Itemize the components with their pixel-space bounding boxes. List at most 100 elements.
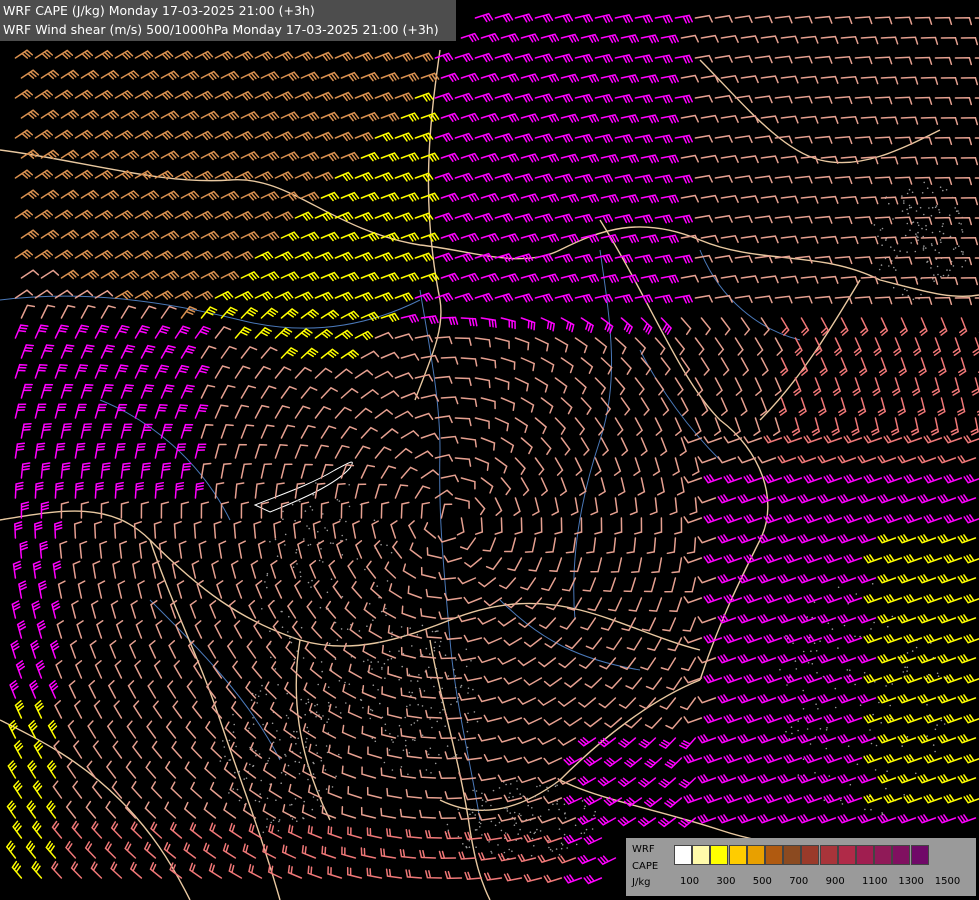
terrain-dot xyxy=(937,675,940,677)
legend-tick: 100 xyxy=(680,876,700,887)
terrain-dot xyxy=(826,727,828,729)
terrain-dot xyxy=(341,554,344,556)
terrain-dot xyxy=(261,608,263,610)
terrain-dot xyxy=(881,812,883,814)
terrain-dot xyxy=(888,265,890,267)
terrain-dot xyxy=(380,543,382,546)
terrain-dot xyxy=(295,551,297,554)
terrain-dot xyxy=(531,807,533,809)
terrain-dot xyxy=(441,701,443,704)
terrain-dot xyxy=(398,724,401,727)
terrain-dot xyxy=(284,773,287,776)
terrain-dot xyxy=(815,650,818,652)
terrain-dot xyxy=(873,224,876,226)
terrain-dot xyxy=(923,181,925,184)
terrain-dot xyxy=(284,544,286,546)
terrain-dot xyxy=(916,221,919,224)
terrain-dot xyxy=(286,692,289,695)
terrain-dot xyxy=(414,739,416,742)
terrain-dot xyxy=(878,701,880,704)
terrain-dot xyxy=(370,661,373,663)
terrain-dot xyxy=(276,730,278,732)
terrain-dot xyxy=(490,820,493,823)
terrain-dot xyxy=(295,743,297,745)
terrain-dot xyxy=(930,214,933,217)
terrain-dot xyxy=(427,753,430,756)
terrain-dot xyxy=(410,680,412,682)
terrain-dot xyxy=(490,804,492,807)
terrain-dot xyxy=(919,206,922,209)
terrain-dot xyxy=(506,810,509,812)
terrain-dot xyxy=(280,782,283,784)
terrain-dot xyxy=(563,803,566,806)
terrain-dot xyxy=(381,668,383,670)
terrain-dot xyxy=(564,817,567,819)
terrain-dot xyxy=(910,206,913,209)
terrain-dot xyxy=(236,788,239,791)
terrain-dot xyxy=(275,799,277,801)
terrain-dot xyxy=(243,778,245,780)
terrain-dot xyxy=(306,737,308,740)
terrain-dot xyxy=(413,722,416,724)
terrain-dot xyxy=(925,224,927,227)
terrain-dot xyxy=(316,789,318,792)
terrain-dot xyxy=(302,817,305,820)
legend-tick: 1500 xyxy=(934,876,961,887)
terrain-dot xyxy=(332,542,334,545)
terrain-dot xyxy=(859,635,861,638)
legend-swatch xyxy=(910,845,929,865)
terrain-dot xyxy=(438,645,441,647)
terrain-dot xyxy=(257,695,260,698)
terrain-dot xyxy=(295,549,298,551)
terrain-dot xyxy=(408,752,411,754)
terrain-dot xyxy=(917,236,919,239)
terrain-dot xyxy=(478,821,481,824)
terrain-dot xyxy=(416,680,419,682)
terrain-dot xyxy=(338,753,340,756)
terrain-dot xyxy=(454,675,457,677)
terrain-dot xyxy=(922,247,925,249)
terrain-dot xyxy=(881,227,884,230)
terrain-dot xyxy=(384,677,386,679)
legend-label-field: CAPE xyxy=(632,861,659,872)
terrain-dot xyxy=(307,698,310,701)
terrain-dot xyxy=(802,650,805,653)
terrain-dot xyxy=(425,647,428,650)
terrain-dot xyxy=(921,192,924,194)
terrain-dot xyxy=(435,667,438,670)
terrain-dot xyxy=(302,657,305,659)
terrain-dot xyxy=(310,586,312,588)
terrain-dot xyxy=(327,701,330,704)
terrain-dot xyxy=(517,833,519,835)
terrain-dot xyxy=(256,702,259,704)
terrain-dot xyxy=(278,820,280,823)
terrain-dot xyxy=(917,231,919,234)
terrain-dot xyxy=(873,621,875,624)
terrain-dot xyxy=(312,796,315,798)
terrain-dot xyxy=(934,750,936,753)
terrain-dot xyxy=(585,828,588,831)
terrain-dot xyxy=(369,717,372,720)
terrain-dot xyxy=(260,779,263,782)
terrain-dot xyxy=(266,818,268,820)
terrain-dot xyxy=(819,640,821,642)
terrain-dot xyxy=(952,248,955,250)
terrain-dot xyxy=(455,754,458,756)
terrain-dot xyxy=(284,533,287,536)
terrain-dot xyxy=(289,804,291,806)
terrain-dot xyxy=(339,712,342,714)
terrain-dot xyxy=(391,739,393,741)
terrain-dot xyxy=(505,783,507,786)
terrain-dot xyxy=(238,772,240,774)
terrain-dot xyxy=(931,231,934,234)
terrain-dot xyxy=(896,255,898,257)
terrain-dot xyxy=(272,819,275,822)
terrain-dot xyxy=(846,669,849,671)
terrain-dot xyxy=(390,551,393,554)
terrain-dot xyxy=(266,797,269,800)
terrain-dot xyxy=(293,730,295,733)
terrain-dot xyxy=(928,207,930,209)
terrain-dot xyxy=(807,662,810,664)
terrain-dot xyxy=(936,672,939,675)
terrain-dot xyxy=(264,581,266,583)
